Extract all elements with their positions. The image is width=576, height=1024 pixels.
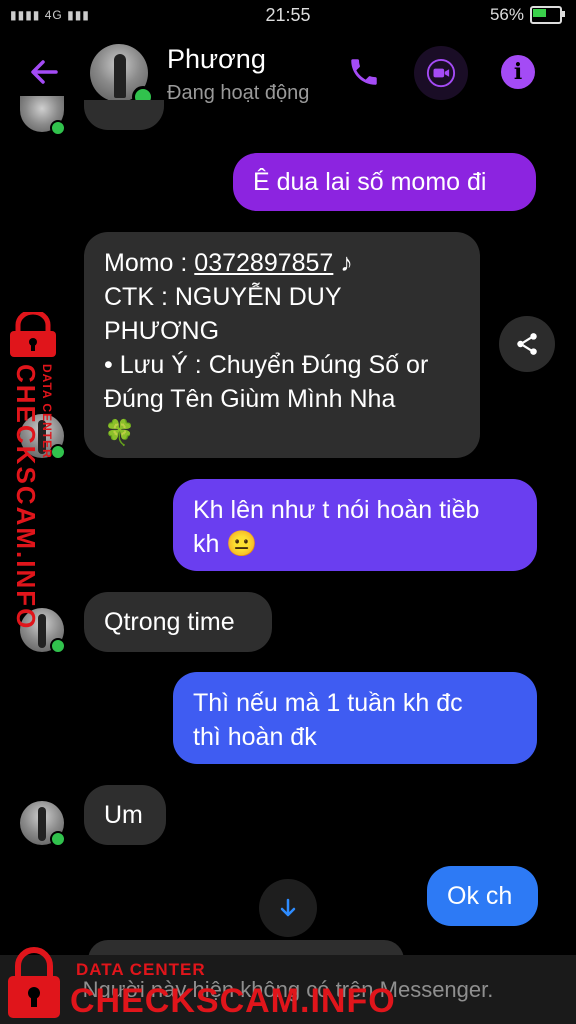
info-button[interactable]: i (498, 52, 538, 92)
message-text: Ok ch (447, 882, 513, 910)
message-incoming[interactable]: Um (84, 785, 166, 845)
message-line: Thì nếu mà 1 tuần kh đc (193, 689, 463, 717)
video-call-button[interactable] (414, 46, 468, 100)
online-indicator (50, 831, 66, 847)
message-line: Momo : 0372897857 ♪ (104, 249, 353, 277)
info-icon: i (501, 55, 535, 89)
contact-name[interactable]: Phương (167, 44, 266, 75)
unavailable-notice: Người này hiện không có trên Messenger. (0, 955, 576, 1024)
watermark-side: CHECKSCAM.INFO DATA CENTER (4, 312, 64, 630)
battery-icon (530, 6, 565, 24)
message-line: kh 😐 (193, 530, 258, 558)
message-incoming[interactable]: Momo : 0372897857 ♪ CTK : NGUYỄN DUY PHƯ… (84, 232, 480, 458)
arrow-left-icon (31, 60, 58, 84)
video-camera-icon (426, 58, 456, 88)
battery-level-fill (533, 9, 546, 17)
online-indicator (50, 120, 66, 136)
message-line: CTK : NGUYỄN DUY (104, 283, 342, 311)
battery-indicator: 56% (489, 5, 565, 25)
messenger-screen: ▮▮▮▮ 4G ▮▮▮ 21:55 56% Phương Đang hoạt đ… (0, 0, 576, 1024)
online-indicator (50, 638, 66, 654)
message-line: • Lưu Ý : Chuyển Đúng Số or (104, 351, 429, 379)
scroll-to-bottom-button[interactable] (259, 879, 317, 937)
message-outgoing[interactable]: Kh lên như t nói hoàn tiềb kh 😐 (173, 479, 537, 571)
message-text: Um (104, 801, 143, 829)
share-icon (517, 333, 537, 355)
phone-icon (351, 59, 377, 85)
battery-percent: 56% (489, 5, 524, 24)
message-line: PHƯƠNG (104, 317, 220, 345)
status-bar: ▮▮▮▮ 4G ▮▮▮ 21:55 56% (0, 0, 576, 32)
message-line: thì hoàn đk (193, 723, 317, 751)
arrow-down-icon (280, 898, 296, 917)
notice-text: Người này hiện không có trên Messenger. (82, 977, 494, 1002)
message-line: Kh lên như t nói hoàn tiềb (193, 496, 480, 524)
phone-link[interactable]: 0372897857 (194, 249, 333, 277)
message-outgoing[interactable]: Thì nếu mà 1 tuần kh đc thì hoàn đk (173, 672, 537, 764)
message-outgoing[interactable]: Ê dua lai số momo đi (233, 153, 536, 211)
message-incoming[interactable]: Qtrong time (84, 592, 272, 652)
watermark-brand: CHECKSCAM.INFO (11, 364, 41, 631)
message-text: Qtrong time (104, 608, 235, 636)
share-button[interactable] (499, 316, 555, 372)
message-bubble-partial (84, 100, 164, 130)
back-button[interactable] (26, 54, 62, 90)
message-text: Ê dua lai số momo đi (253, 168, 487, 196)
padlock-icon (10, 312, 56, 357)
message-outgoing[interactable]: Ok ch (427, 866, 538, 926)
watermark-label: DATA CENTER (40, 364, 54, 459)
clover-emoji: 🍀 (104, 419, 136, 447)
contact-status: Đang hoạt động (167, 82, 310, 104)
message-line: Đúng Tên Giùm Mình Nha (104, 385, 396, 413)
call-button[interactable] (344, 52, 384, 92)
